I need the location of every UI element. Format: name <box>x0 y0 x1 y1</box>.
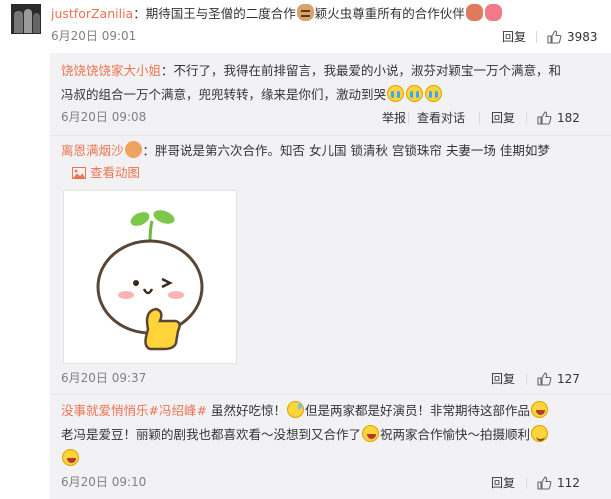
crying-emoji-icon <box>406 85 424 102</box>
divider <box>526 373 527 385</box>
reply-text-line3 <box>61 449 80 468</box>
comment-username[interactable]: justforZanilia <box>51 6 133 21</box>
gif-sticker-image[interactable] <box>63 190 237 364</box>
like-count: 112 <box>557 476 580 490</box>
divider <box>526 112 527 124</box>
like-count: 182 <box>557 111 580 125</box>
divider <box>408 112 409 124</box>
sweat-emoji-icon <box>286 401 304 418</box>
divider <box>536 31 537 43</box>
sprout-sticker-illustration <box>96 210 204 351</box>
thumbs-up-icon <box>537 372 552 386</box>
reply-text: 饶饶饶饶家大小姐：不行了，我得在前排留言，我最爱的小说，淑芬对颖宝一万个满意，和 <box>61 63 562 78</box>
thumbs-up-icon <box>537 476 552 490</box>
comment-time: 6月20日 09:01 <box>51 29 137 43</box>
view-conversation-button[interactable]: 查看对话 <box>417 110 465 126</box>
reply-button[interactable]: 回复 <box>491 475 515 491</box>
main-comment-text: justforZanilia：期待国王与圣僧的二度合作 颖火虫尊重所有的合作伙伴 <box>51 4 503 23</box>
reply-text-line2: 老冯是爱豆！丽颖的剧我也都喜欢看～没想到又合作了 祝两家合作愉快～拍摄顺利 <box>61 425 549 444</box>
report-button[interactable]: 举报 <box>382 110 406 126</box>
reply-text: 没事就爱悄悄乐#冯绍峰# 虽然好吃惊！ 但是两家都是好演员！非常期待这部作品 <box>61 401 549 420</box>
like-count: 3983 <box>567 30 598 44</box>
like-button[interactable]: 112 <box>537 475 580 491</box>
user-badge-icon <box>124 141 142 158</box>
thumbs-up-icon <box>537 111 552 125</box>
reply-button[interactable]: 回复 <box>491 371 515 387</box>
main-comment: justforZanilia：期待国王与圣僧的二度合作 颖火虫尊重所有的合作伙伴 … <box>0 0 611 54</box>
reply-username[interactable]: 离恩满烟沙 <box>61 143 124 158</box>
divider <box>526 477 527 489</box>
crying-emoji-icon <box>425 85 443 102</box>
reply-username[interactable]: 饶饶饶饶家大小姐 <box>61 63 161 78</box>
laughing-emoji-icon <box>530 401 548 418</box>
doge-emoji-icon <box>296 4 314 21</box>
divider <box>50 135 611 136</box>
laughing-emoji-icon <box>362 425 380 442</box>
bow-emoji-icon <box>465 4 483 21</box>
like-button[interactable]: 182 <box>537 110 580 126</box>
reply-text: 离恩满烟沙 ：胖哥说是第六次合作。知否 女儿国 锁清秋 宫锁珠帘 夫妻一场 佳期如… <box>61 141 550 158</box>
crying-emoji-icon <box>387 85 405 102</box>
reply-time: 6月20日 09:08 <box>61 110 147 124</box>
like-button[interactable]: 3983 <box>547 29 598 45</box>
reply-username[interactable]: 没事就爱悄悄乐 <box>61 403 149 418</box>
smile-emoji-icon <box>531 425 549 442</box>
reply-time: 6月20日 09:37 <box>61 371 147 385</box>
topic-tag[interactable]: #冯绍峰# <box>149 403 207 418</box>
like-button[interactable]: 127 <box>537 371 580 387</box>
thumbs-up-icon <box>547 30 562 44</box>
view-gif-link[interactable]: 查看动图 <box>72 164 140 182</box>
laughing-emoji-icon <box>62 449 79 466</box>
reply-button[interactable]: 回复 <box>491 110 515 126</box>
divider <box>479 112 480 124</box>
like-count: 127 <box>557 372 580 386</box>
heart-emoji-icon <box>484 4 502 21</box>
divider <box>50 394 611 395</box>
reply-button[interactable]: 回复 <box>502 29 526 45</box>
reply-text-line2: 冯叔的组合一万个满意，兜兜转转，缘来是你们，激动到哭 <box>61 85 443 104</box>
reply-time: 6月20日 09:10 <box>61 475 147 489</box>
image-icon <box>72 167 86 179</box>
avatar[interactable] <box>11 4 41 34</box>
